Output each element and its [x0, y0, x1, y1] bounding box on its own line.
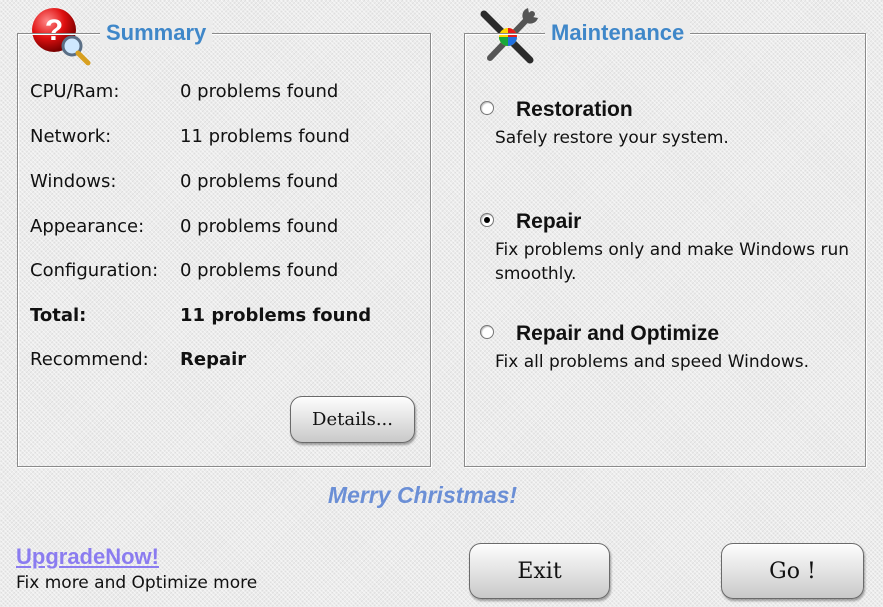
row-value: 0 problems found	[180, 171, 339, 192]
maintenance-title: Maintenance	[545, 20, 691, 46]
recommend-label: Recommend:	[30, 349, 149, 370]
total-label: Total:	[30, 305, 87, 326]
row-value: 11 problems found	[180, 126, 350, 147]
row-label: Configuration:	[30, 260, 159, 281]
details-button[interactable]: Details...	[290, 396, 415, 443]
row-label: Appearance:	[30, 216, 145, 237]
option-description: Fix all problems and speed Windows.	[495, 352, 810, 372]
repair-radio[interactable]	[480, 213, 494, 227]
recommend-value: Repair	[180, 349, 247, 370]
greeting-text: Merry Christmas!	[327, 482, 518, 508]
option-title: Repair and Optimize	[516, 322, 720, 345]
option-title: Restoration	[516, 98, 633, 121]
row-label: Windows:	[30, 171, 117, 192]
option-description: Safely restore your system.	[495, 128, 729, 148]
repair-optimize-radio[interactable]	[480, 325, 494, 339]
row-label: Network:	[30, 126, 112, 147]
row-value: 0 problems found	[180, 260, 339, 281]
row-label: CPU/Ram:	[30, 81, 120, 102]
exit-button[interactable]: Exit	[469, 543, 610, 599]
row-value: 0 problems found	[180, 81, 339, 102]
restoration-radio[interactable]	[480, 101, 494, 115]
option-description: Fix problems only and make Windows run s…	[495, 240, 849, 284]
option-title: Repair	[516, 210, 582, 233]
upgrade-now-link[interactable]: UpgradeNow!	[16, 544, 159, 570]
row-value: 0 problems found	[180, 216, 339, 237]
total-value: 11 problems found	[180, 305, 372, 326]
go-button[interactable]: Go !	[721, 543, 864, 599]
upgrade-subtitle: Fix more and Optimize more	[16, 573, 258, 593]
summary-title: Summary	[100, 20, 213, 46]
